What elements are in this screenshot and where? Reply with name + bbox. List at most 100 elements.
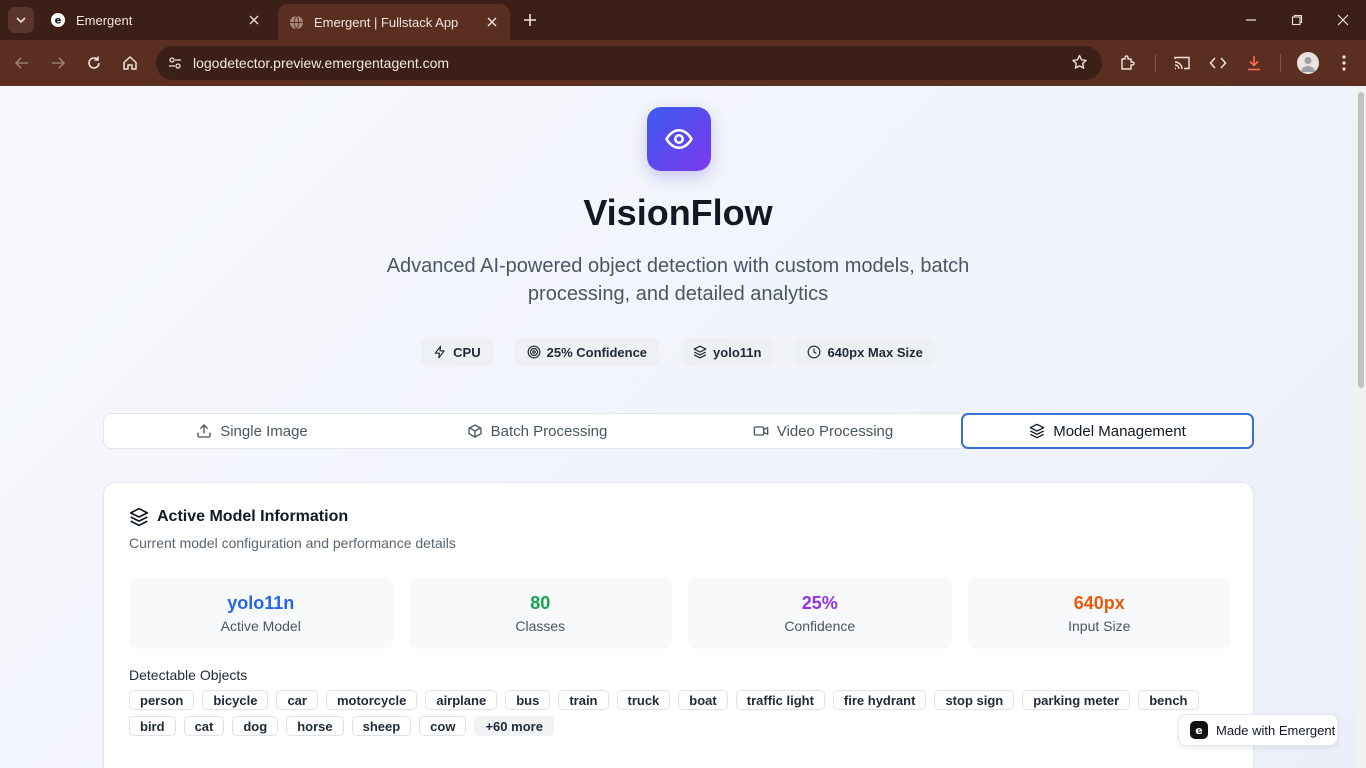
object-chip: boat xyxy=(678,690,728,710)
object-chip: car xyxy=(276,690,318,710)
tab-batch-processing[interactable]: Batch Processing xyxy=(394,414,680,448)
object-chip: dog xyxy=(232,716,279,736)
close-tab-icon[interactable] xyxy=(484,14,500,30)
devtools-button[interactable] xyxy=(1206,51,1230,75)
puzzle-icon xyxy=(1121,55,1135,70)
object-chip: cat xyxy=(183,716,225,736)
stat-input-size: 640px Input Size xyxy=(967,577,1231,649)
layers-icon xyxy=(129,507,149,527)
emergent-favicon-icon: e xyxy=(50,12,66,28)
pill-label: yolo11n xyxy=(713,344,762,360)
reload-button[interactable] xyxy=(82,51,106,75)
minimize-icon xyxy=(1246,19,1256,21)
object-chip: bird xyxy=(129,716,176,736)
more-objects-chip: +60 more xyxy=(474,716,554,736)
plus-icon xyxy=(524,14,536,26)
card-description: Current model configuration and performa… xyxy=(129,535,456,551)
confidence-pill: 25% Confidence xyxy=(514,338,660,366)
stat-value: yolo11n xyxy=(227,592,295,613)
close-tab-icon[interactable] xyxy=(246,12,262,28)
app-logo xyxy=(647,107,711,171)
page-scrollbar[interactable] xyxy=(1356,86,1366,768)
object-chip: parking meter xyxy=(1022,690,1131,710)
browser-menu-button[interactable] xyxy=(1332,51,1356,75)
object-chip: cow xyxy=(419,716,467,736)
object-chip: person xyxy=(129,690,195,710)
object-chip: traffic light xyxy=(735,690,825,710)
toolbar-divider xyxy=(1280,54,1281,72)
max-size-pill: 640px Max Size xyxy=(795,338,935,366)
tab-label: Model Management xyxy=(1053,422,1186,440)
object-chip: airplane xyxy=(425,690,498,710)
app-page: VisionFlow Advanced AI-powered object de… xyxy=(0,86,1356,768)
forward-button[interactable] xyxy=(46,51,70,75)
arrow-left-icon xyxy=(14,57,28,69)
cast-button[interactable] xyxy=(1170,51,1194,75)
package-icon xyxy=(467,424,482,438)
object-chip: bicycle xyxy=(202,690,269,710)
stat-classes: 80 Classes xyxy=(408,577,672,649)
address-bar[interactable]: logodetector.preview.emergentagent.com xyxy=(156,46,1102,80)
object-chip: stop sign xyxy=(934,690,1015,710)
layers-icon xyxy=(693,345,707,359)
bookmark-star-icon[interactable] xyxy=(1071,54,1088,76)
restore-icon xyxy=(1291,14,1303,26)
restore-button[interactable] xyxy=(1274,0,1320,40)
video-icon xyxy=(753,426,769,436)
stat-value: 80 xyxy=(530,592,551,613)
download-icon xyxy=(1248,56,1260,71)
object-chip: motorcycle xyxy=(325,690,418,710)
target-icon xyxy=(527,345,541,359)
browser-toolbar: logodetector.preview.emergentagent.com xyxy=(0,40,1366,86)
model-stats: yolo11n Active Model 80 Classes 25% Conf… xyxy=(129,577,1231,649)
stat-value: 640px xyxy=(1073,592,1125,613)
cast-icon xyxy=(1174,56,1190,70)
downloads-button[interactable] xyxy=(1242,51,1266,75)
page-subtitle: Advanced AI-powered object detection wit… xyxy=(386,255,970,305)
tab-single-image[interactable]: Single Image xyxy=(104,414,400,448)
eye-icon xyxy=(665,129,693,149)
clock-icon xyxy=(808,345,821,359)
stat-label: Active Model xyxy=(220,617,301,634)
site-info-icon[interactable] xyxy=(164,52,186,74)
badge-label: Made with Emergent xyxy=(1216,722,1336,738)
tab-label: Video Processing xyxy=(776,422,894,440)
detectable-objects-list: person bicycle car motorcycle airplane b… xyxy=(129,690,1219,736)
object-chip: truck xyxy=(616,690,671,710)
status-pills: CPU 25% Confidence yolo11n 640px Max Siz… xyxy=(0,338,1356,366)
layers-icon xyxy=(1029,423,1045,439)
tab-search-button[interactable] xyxy=(8,7,34,33)
url-text: logodetector.preview.emergentagent.com xyxy=(193,55,450,71)
tab-model-management[interactable]: Model Management xyxy=(961,413,1254,449)
profile-avatar-icon[interactable] xyxy=(1297,52,1319,74)
object-chip: sheep xyxy=(351,716,412,736)
emergent-logo-icon: e xyxy=(1190,721,1208,739)
object-chip: horse xyxy=(286,716,344,736)
back-button[interactable] xyxy=(10,51,34,75)
arrow-right-icon xyxy=(52,57,66,69)
minimize-button[interactable] xyxy=(1228,0,1274,40)
new-tab-button[interactable] xyxy=(520,10,540,30)
stat-label: Input Size xyxy=(1068,617,1131,634)
zap-icon xyxy=(434,345,445,359)
scrollbar-thumb[interactable] xyxy=(1358,92,1364,388)
code-icon xyxy=(1209,57,1227,69)
browser-tab-fullstack[interactable]: Emergent | Fullstack App xyxy=(278,4,510,40)
tab-title: Emergent | Fullstack App xyxy=(314,14,459,30)
stat-confidence: 25% Confidence xyxy=(688,577,952,649)
tab-title: Emergent xyxy=(76,12,133,28)
globe-icon xyxy=(288,14,304,30)
card-title: Active Model Information xyxy=(157,508,349,525)
extensions-button[interactable] xyxy=(1116,51,1140,75)
pill-label: CPU xyxy=(453,344,481,360)
svg-text:e: e xyxy=(1195,724,1202,736)
tab-video-processing[interactable]: Video Processing xyxy=(680,414,966,448)
card-header: Active Model Information xyxy=(129,507,348,527)
close-window-button[interactable] xyxy=(1320,0,1366,40)
made-with-emergent-badge[interactable]: e Made with Emergent xyxy=(1178,714,1338,746)
home-button[interactable] xyxy=(118,51,142,75)
model-pill: yolo11n xyxy=(681,338,774,366)
browser-tab-emergent[interactable]: e Emergent xyxy=(40,0,272,40)
stat-label: Classes xyxy=(515,617,566,634)
chevron-down-icon xyxy=(16,17,26,24)
